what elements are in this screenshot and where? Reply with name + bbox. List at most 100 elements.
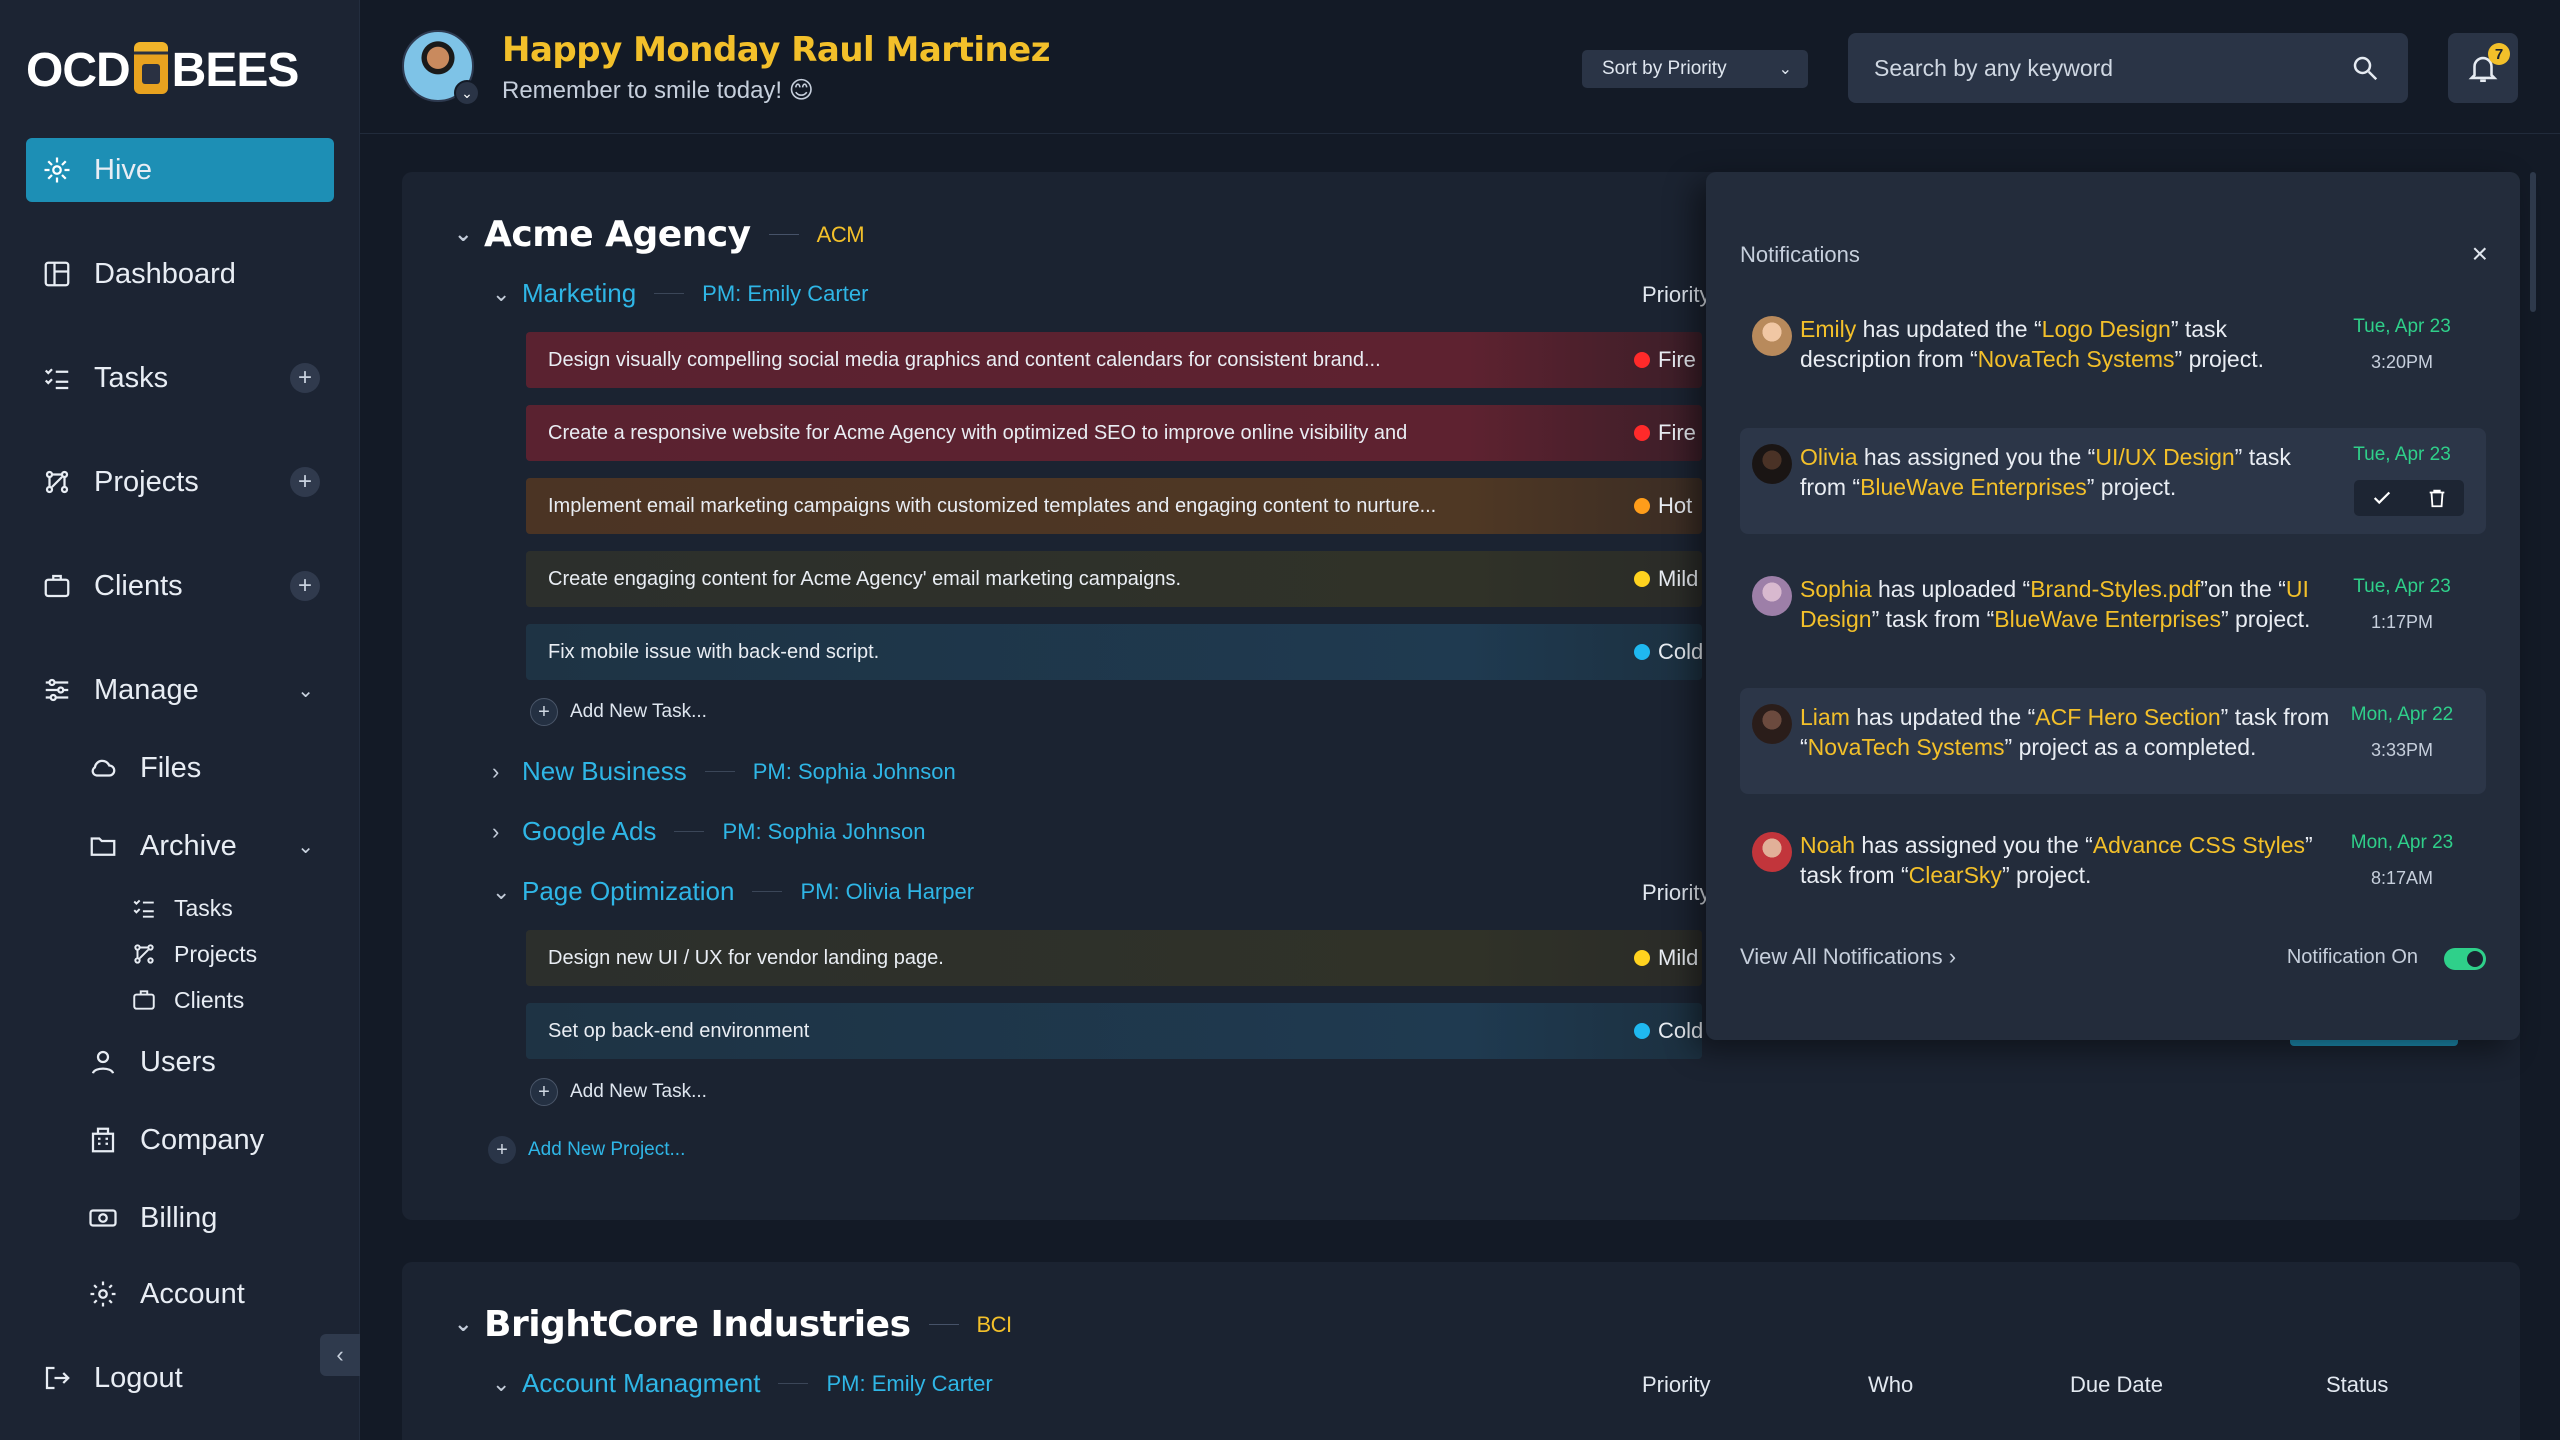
notification-toggle[interactable] (2444, 948, 2486, 970)
chevron-down-icon[interactable]: ⌄ (297, 834, 314, 859)
chevron-down-icon[interactable]: ⌄ (454, 80, 480, 106)
task-title: Implement email marketing campaigns with… (548, 494, 1437, 517)
view-all-notifications-link[interactable]: View All Notifications › (1740, 944, 1956, 970)
priority-badge[interactable]: Fire (1634, 347, 1696, 373)
sidebar-item-projects[interactable]: Projects + (26, 450, 334, 514)
notification-text: Olivia has assigned you the “UI/UX Desig… (1800, 444, 2291, 500)
sidebar-item-manage[interactable]: Manage ⌄ (26, 658, 334, 722)
task-title: Create engaging content for Acme Agency'… (548, 567, 1182, 590)
chevron-right-icon[interactable]: › (492, 819, 522, 845)
collapse-sidebar-button[interactable]: ‹ (320, 1334, 360, 1376)
project-header[interactable]: ⌄ Page Optimization PM: Olivia Harper (492, 876, 974, 907)
logout-icon (40, 1361, 74, 1395)
priority-badge[interactable]: Cold (1634, 639, 1703, 665)
close-icon[interactable]: × (2472, 238, 2488, 270)
chevron-down-icon[interactable]: ⌄ (492, 1371, 522, 1397)
trash-icon[interactable] (2426, 487, 2448, 509)
notification-item[interactable]: Emily has updated the “Logo Design” task… (1740, 300, 2486, 406)
priority-badge[interactable]: Fire (1634, 420, 1696, 446)
task-row[interactable]: Design new UI / UX for vendor landing pa… (526, 930, 1702, 986)
plus-icon: + (530, 1078, 558, 1106)
sidebar-item-billing[interactable]: Billing (72, 1186, 334, 1250)
company-panel-brightcore: ⌄ BrightCore Industries BCI ⌄ Account Ma… (402, 1262, 2520, 1440)
project-header[interactable]: › New Business PM: Sophia Johnson (492, 756, 956, 787)
sidebar-item-dashboard[interactable]: Dashboard (26, 242, 334, 306)
chevron-down-icon[interactable]: ⌄ (297, 678, 314, 703)
sidebar-item-logout[interactable]: Logout (26, 1346, 334, 1410)
chevron-down-icon[interactable]: ⌄ (492, 879, 522, 905)
notification-time: 3:20PM (2370, 352, 2434, 372)
sidebar-item-label: Clients (174, 986, 245, 1013)
sidebar-item-label: Logout (94, 1361, 183, 1394)
sidebar-item-files[interactable]: Files (72, 736, 334, 800)
task-row[interactable]: Design visually compelling social media … (526, 332, 1702, 388)
add-task-button[interactable]: + Add New Task... (530, 1078, 707, 1106)
notification-count-badge: 7 (2488, 43, 2510, 65)
company-name: Acme Agency (484, 214, 751, 255)
add-project-button[interactable]: + (290, 467, 320, 497)
header: ⌄ Happy Monday Raul Martinez Remember to… (360, 0, 2560, 134)
notification-item[interactable]: Liam has updated the “ACF Hero Section” … (1740, 688, 2486, 794)
sidebar-item-account[interactable]: Account (72, 1262, 334, 1326)
add-task-label: Add New Task... (570, 701, 707, 722)
priority-badge[interactable]: Cold (1634, 1018, 1703, 1044)
search-icon[interactable] (2350, 53, 2380, 83)
priority-dot (1634, 1023, 1650, 1039)
project-name: Marketing (522, 278, 637, 308)
sidebar-item-users[interactable]: Users (72, 1030, 334, 1094)
sidebar-item-company[interactable]: Company (72, 1108, 334, 1172)
notification-item[interactable]: Noah has assigned you the “Advance CSS S… (1740, 816, 2486, 922)
logo[interactable]: OCD BEES (26, 42, 299, 98)
notifications-button[interactable]: 7 (2448, 33, 2518, 103)
task-row[interactable]: Create a responsive website for Acme Age… (526, 405, 1702, 461)
notification-item[interactable]: Olivia has assigned you the “UI/UX Desig… (1740, 428, 2486, 534)
company-header[interactable]: ⌄ BrightCore Industries BCI (454, 1304, 1012, 1345)
task-row[interactable]: Set op back-end environment Cold (526, 1003, 1703, 1059)
sidebar-item-archive[interactable]: Archive ⌄ (72, 814, 334, 878)
notifications-title: Notifications (1740, 242, 1860, 267)
task-row[interactable]: Create engaging content for Acme Agency'… (526, 551, 1702, 607)
add-project-button[interactable]: + Add New Project... (488, 1136, 685, 1164)
add-task-button[interactable]: + (290, 363, 320, 393)
chevron-down-icon[interactable]: ⌄ (492, 281, 522, 307)
task-row[interactable]: Implement email marketing campaigns with… (526, 478, 1702, 534)
gear-icon (86, 1277, 120, 1311)
add-task-button[interactable]: + Add New Task... (530, 698, 707, 726)
user-avatar[interactable]: ⌄ (402, 30, 480, 106)
project-header[interactable]: ⌄ Marketing PM: Emily Carter (492, 278, 868, 309)
notification-item[interactable]: Sophia has uploaded “Brand-Styles.pdf”on… (1740, 560, 2486, 666)
sidebar-item-clients[interactable]: Clients + (26, 554, 334, 618)
greeting-title: Happy Monday Raul Martinez (502, 30, 1051, 70)
add-project-label: Add New Project... (528, 1139, 686, 1160)
sidebar-item-tasks[interactable]: Tasks + (26, 346, 334, 410)
project-manager: PM: Olivia Harper (800, 878, 975, 904)
notification-text: Emily has updated the “Logo Design” task… (1800, 316, 2265, 372)
avatar (1752, 704, 1792, 744)
add-client-button[interactable]: + (290, 571, 320, 601)
priority-badge[interactable]: Hot (1634, 493, 1692, 519)
sidebar-item-label: Manage (94, 673, 199, 706)
task-row[interactable]: Fix mobile issue with back-end script. C… (526, 624, 1703, 680)
checklist-icon (130, 894, 158, 922)
notification-text: Liam has updated the “ACF Hero Section” … (1800, 704, 2330, 760)
priority-badge[interactable]: Mild (1634, 945, 1698, 971)
divider (928, 1324, 959, 1325)
check-icon[interactable] (2371, 487, 2393, 509)
chevron-down-icon[interactable]: ⌄ (454, 222, 484, 247)
search-input[interactable] (1874, 54, 2334, 82)
sort-dropdown[interactable]: Sort by Priority ⌄ (1582, 50, 1808, 88)
sidebar-item-archive-projects[interactable]: Projects (116, 932, 336, 976)
chevron-right-icon[interactable]: › (492, 759, 522, 785)
priority-badge[interactable]: Mild (1634, 566, 1698, 592)
chevron-down-icon[interactable]: ⌄ (454, 1312, 484, 1337)
scrollbar[interactable] (2530, 172, 2536, 312)
sidebar-item-archive-clients[interactable]: Clients (116, 978, 336, 1022)
sidebar-item-hive[interactable]: Hive (26, 138, 334, 202)
sidebar-item-archive-tasks[interactable]: Tasks (116, 886, 336, 930)
priority-dot (1634, 425, 1650, 441)
company-header[interactable]: ⌄ Acme Agency ACM (454, 214, 865, 255)
building-icon (86, 1123, 120, 1157)
project-header[interactable]: ⌄ Account Managment PM: Emily Carter (492, 1368, 993, 1399)
project-header[interactable]: › Google Ads PM: Sophia Johnson (492, 816, 925, 847)
priority-dot (1634, 352, 1650, 368)
